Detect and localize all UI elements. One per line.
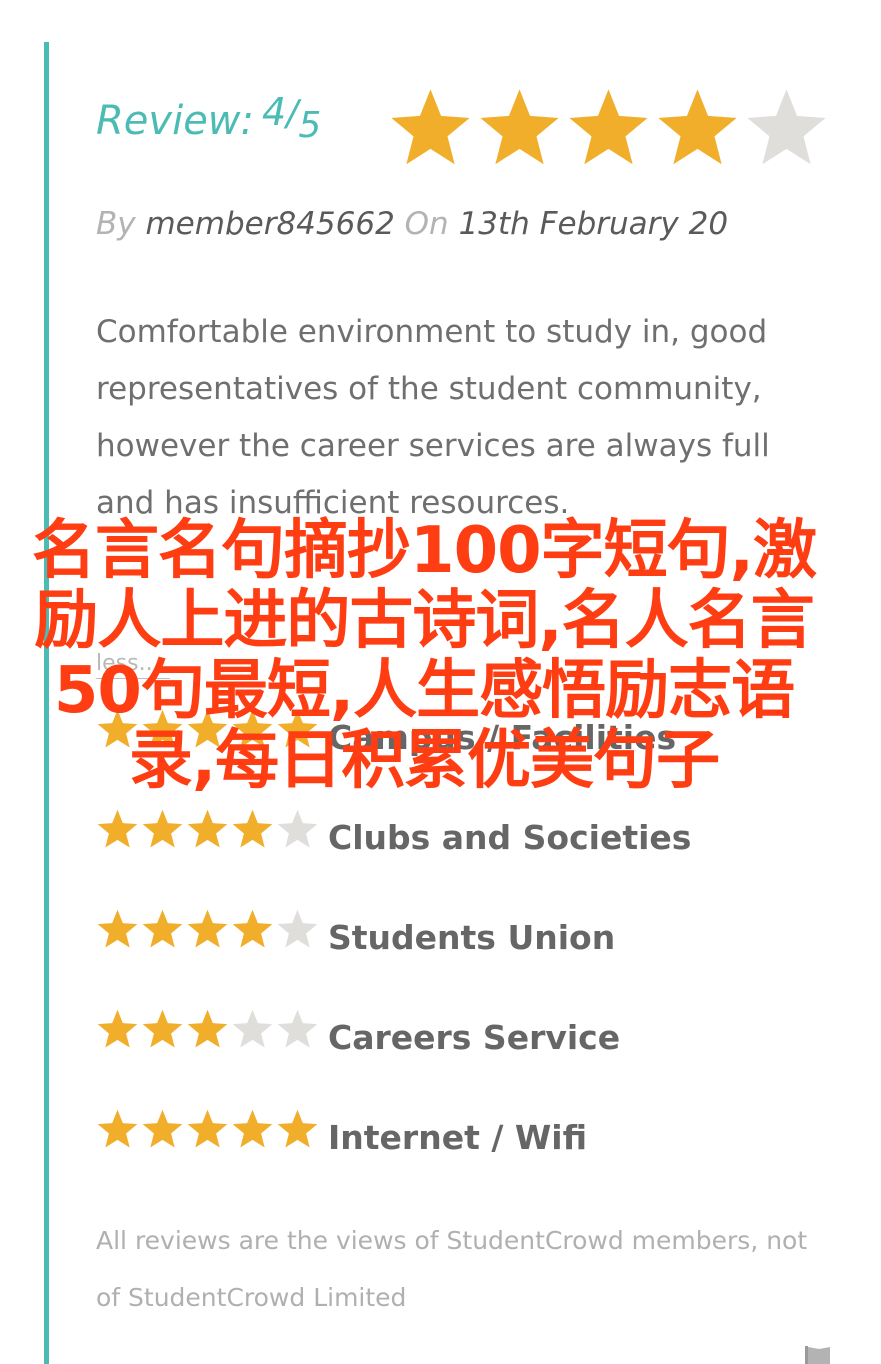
review-date: 13th February 20 — [458, 206, 729, 242]
star-filled-icon — [142, 909, 183, 948]
rating-row: Internet / Wifi — [96, 1108, 836, 1208]
star-filled-icon — [97, 1109, 138, 1148]
overall-star-rating — [388, 86, 829, 172]
score-max: 5 — [298, 105, 322, 146]
category-star-rating — [96, 1008, 328, 1051]
review-score: 4/5 — [262, 90, 321, 146]
overlay-headline: 名言名句摘抄100字短句,激励人上进的古诗词,名人名言50句最短,人生感悟励志语… — [32, 514, 817, 798]
review-header: Review: 4/5 — [96, 84, 856, 174]
by-label: By — [96, 206, 136, 242]
byline: By member845662 On 13th February 20 — [96, 206, 728, 242]
author-name[interactable]: member845662 — [145, 206, 394, 242]
star-filled-icon — [391, 89, 470, 165]
star-empty-icon — [747, 89, 826, 165]
rating-label: Clubs and Societies — [328, 818, 692, 857]
star-filled-icon — [232, 909, 273, 948]
star-filled-icon — [232, 809, 273, 848]
rating-label: Internet / Wifi — [328, 1118, 588, 1157]
rating-label: Careers Service — [328, 1018, 621, 1057]
category-star-rating — [96, 808, 328, 851]
star-empty-icon — [277, 1009, 318, 1048]
star-empty-icon — [277, 909, 318, 948]
star-filled-icon — [187, 909, 228, 948]
review-label: Review: — [96, 98, 254, 144]
star-filled-icon — [97, 909, 138, 948]
flag-icon[interactable] — [805, 1346, 833, 1364]
category-star-rating — [96, 908, 328, 951]
star-filled-icon — [142, 1009, 183, 1048]
star-filled-icon — [142, 809, 183, 848]
star-filled-icon — [187, 1009, 228, 1048]
star-empty-icon — [232, 1009, 273, 1048]
star-empty-icon — [277, 809, 318, 848]
disclaimer: All reviews are the views of StudentCrow… — [96, 1226, 808, 1312]
star-filled-icon — [97, 809, 138, 848]
star-filled-icon — [569, 89, 648, 165]
score-separator: / — [286, 93, 299, 134]
star-filled-icon — [187, 1109, 228, 1148]
rating-label: Students Union — [328, 918, 616, 957]
score-value: 4 — [262, 90, 287, 134]
rating-row: Careers Service — [96, 1008, 836, 1108]
star-filled-icon — [187, 809, 228, 848]
star-filled-icon — [658, 89, 737, 165]
rating-row: Students Union — [96, 908, 836, 1008]
star-filled-icon — [142, 1109, 183, 1148]
star-filled-icon — [277, 1109, 318, 1148]
star-filled-icon — [97, 1009, 138, 1048]
category-star-rating — [96, 1108, 328, 1151]
on-label: On — [404, 206, 449, 242]
review-body: Comfortable environment to study in, goo… — [96, 314, 770, 521]
rating-row: Clubs and Societies — [96, 808, 836, 908]
star-filled-icon — [232, 1109, 273, 1148]
star-filled-icon — [480, 89, 559, 165]
